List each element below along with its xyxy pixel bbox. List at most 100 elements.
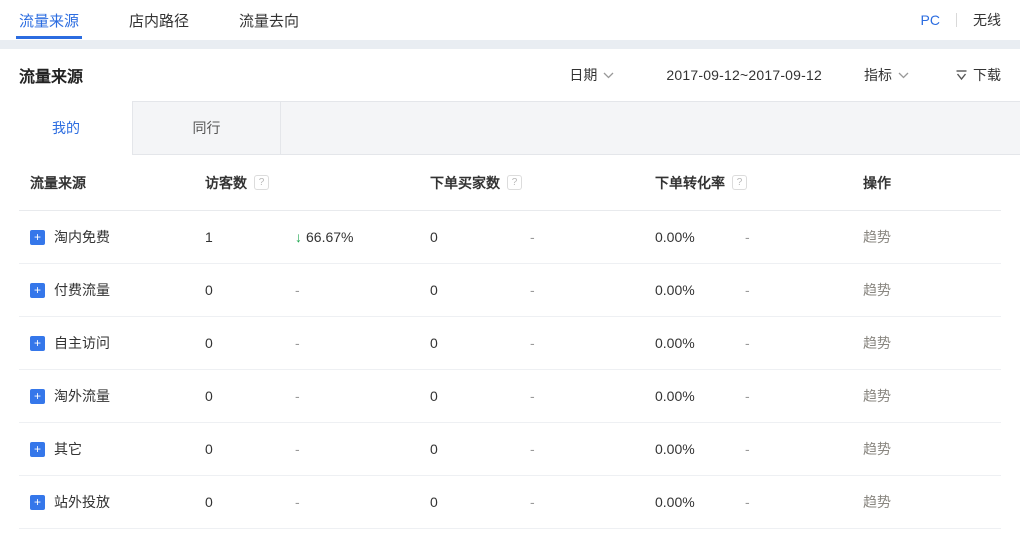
conversion-change: - bbox=[745, 335, 863, 351]
buyers-change: - bbox=[530, 229, 655, 245]
source-name-cell: + 淘外流量 bbox=[19, 386, 205, 406]
actions-cell: 趋势 bbox=[863, 492, 1001, 512]
visitors-value: 0 bbox=[205, 335, 295, 351]
buyers-value: 0 bbox=[430, 229, 530, 245]
metric-dropdown[interactable]: 指标 bbox=[864, 65, 909, 85]
tab-mine[interactable]: 我的 bbox=[0, 101, 133, 155]
table-row: + 付费流量 0 - 0 - 0.00% - 趋势 bbox=[19, 264, 1001, 317]
conversion-change: - bbox=[745, 282, 863, 298]
header-conversion-rate: 下单转化率 ? bbox=[655, 173, 863, 193]
conversion-value: 0.00% bbox=[655, 335, 745, 351]
page-title: 流量来源 bbox=[19, 63, 83, 87]
visitors-value: 0 bbox=[205, 388, 295, 404]
conversion-value: 0.00% bbox=[655, 441, 745, 457]
conversion-value: 0.00% bbox=[655, 229, 745, 245]
nav-tab-instore-path[interactable]: 店内路径 bbox=[129, 0, 189, 40]
header-actions: 操作 bbox=[863, 173, 1001, 193]
device-switcher: PC 无线 bbox=[921, 10, 1001, 30]
metric-dropdown-label: 指标 bbox=[864, 65, 892, 85]
source-name: 淘内免费 bbox=[54, 227, 110, 247]
view-tabs: 我的 同行 bbox=[0, 101, 1020, 155]
buyers-value: 0 bbox=[430, 282, 530, 298]
conversion-value: 0.00% bbox=[655, 282, 745, 298]
visitors-change: - bbox=[295, 388, 430, 404]
table-row: + 其它 0 - 0 - 0.00% - 趋势 bbox=[19, 423, 1001, 476]
visitors-change: ↓66.67% bbox=[295, 229, 430, 245]
buyers-value: 0 bbox=[430, 494, 530, 510]
visitors-value: 0 bbox=[205, 282, 295, 298]
help-icon[interactable]: ? bbox=[732, 175, 747, 190]
source-name: 自主访问 bbox=[54, 333, 110, 353]
expand-row-button[interactable]: + bbox=[30, 442, 45, 457]
actions-cell: 趋势 bbox=[863, 227, 1001, 247]
buyers-change: - bbox=[530, 441, 655, 457]
table-row: + 淘外流量 0 - 0 - 0.00% - 趋势 bbox=[19, 370, 1001, 423]
tab-peers[interactable]: 同行 bbox=[133, 101, 281, 155]
header-visitors: 访客数 ? bbox=[205, 173, 430, 193]
expand-row-button[interactable]: + bbox=[30, 389, 45, 404]
trend-link[interactable]: 趋势 bbox=[863, 335, 891, 351]
source-name-cell: + 淘内免费 bbox=[19, 227, 205, 247]
conversion-change: - bbox=[745, 494, 863, 510]
nav-tab-traffic-source[interactable]: 流量来源 bbox=[19, 0, 79, 40]
help-icon[interactable]: ? bbox=[507, 175, 522, 190]
table-row: + 淘内免费 1 ↓66.67% 0 - 0.00% - 趋势 bbox=[19, 211, 1001, 264]
date-range-value[interactable]: 2017-09-12~2017-09-12 bbox=[666, 67, 822, 83]
trend-link[interactable]: 趋势 bbox=[863, 388, 891, 404]
chevron-down-icon bbox=[898, 72, 909, 79]
buyers-change: - bbox=[530, 388, 655, 404]
trend-link[interactable]: 趋势 bbox=[863, 494, 891, 510]
date-dropdown[interactable]: 日期 bbox=[569, 65, 614, 85]
device-toggle-wireless[interactable]: 无线 bbox=[973, 10, 1001, 30]
down-arrow-icon: ↓ bbox=[295, 229, 302, 245]
conversion-change: - bbox=[745, 441, 863, 457]
chevron-down-icon bbox=[603, 72, 614, 79]
conversion-value: 0.00% bbox=[655, 494, 745, 510]
date-dropdown-label: 日期 bbox=[569, 65, 597, 85]
source-name-cell: + 自主访问 bbox=[19, 333, 205, 353]
trend-link[interactable]: 趋势 bbox=[863, 229, 891, 245]
tabs-filler bbox=[281, 101, 1020, 155]
actions-cell: 趋势 bbox=[863, 280, 1001, 300]
download-button[interactable]: 下载 bbox=[955, 65, 1001, 85]
trend-link[interactable]: 趋势 bbox=[863, 282, 891, 298]
header-order-buyers: 下单买家数 ? bbox=[430, 173, 655, 193]
visitors-value: 1 bbox=[205, 229, 295, 245]
source-name: 付费流量 bbox=[54, 280, 110, 300]
visitors-change: - bbox=[295, 335, 430, 351]
buyers-change: - bbox=[530, 494, 655, 510]
download-label: 下载 bbox=[973, 65, 1001, 85]
expand-row-button[interactable]: + bbox=[30, 495, 45, 510]
source-name: 站外投放 bbox=[54, 492, 110, 512]
source-name: 淘外流量 bbox=[54, 386, 110, 406]
visitors-value: 0 bbox=[205, 494, 295, 510]
source-name-cell: + 站外投放 bbox=[19, 492, 205, 512]
source-name: 其它 bbox=[54, 439, 82, 459]
traffic-source-table: 流量来源 访客数 ? 下单买家数 ? 下单转化率 ? 操作 + 淘内免费 1 ↓… bbox=[0, 155, 1020, 529]
help-icon[interactable]: ? bbox=[254, 175, 269, 190]
download-icon bbox=[955, 69, 968, 81]
visitors-value: 0 bbox=[205, 441, 295, 457]
actions-cell: 趋势 bbox=[863, 386, 1001, 406]
conversion-change: - bbox=[745, 229, 863, 245]
conversion-change: - bbox=[745, 388, 863, 404]
top-navigation: 流量来源 店内路径 流量去向 PC 无线 bbox=[0, 0, 1020, 40]
buyers-value: 0 bbox=[430, 441, 530, 457]
header-traffic-source: 流量来源 bbox=[19, 173, 205, 193]
nav-tab-traffic-destination[interactable]: 流量去向 bbox=[239, 0, 299, 40]
buyers-value: 0 bbox=[430, 388, 530, 404]
table-row: + 自主访问 0 - 0 - 0.00% - 趋势 bbox=[19, 317, 1001, 370]
table-body: + 淘内免费 1 ↓66.67% 0 - 0.00% - 趋势 + 付费流量 bbox=[19, 211, 1001, 529]
conversion-value: 0.00% bbox=[655, 388, 745, 404]
expand-row-button[interactable]: + bbox=[30, 336, 45, 351]
buyers-value: 0 bbox=[430, 335, 530, 351]
device-toggle-pc[interactable]: PC bbox=[921, 12, 940, 28]
actions-cell: 趋势 bbox=[863, 333, 1001, 353]
buyers-change: - bbox=[530, 282, 655, 298]
source-name-cell: + 其它 bbox=[19, 439, 205, 459]
expand-row-button[interactable]: + bbox=[30, 230, 45, 245]
buyers-change: - bbox=[530, 335, 655, 351]
expand-row-button[interactable]: + bbox=[30, 283, 45, 298]
trend-link[interactable]: 趋势 bbox=[863, 441, 891, 457]
divider bbox=[956, 13, 957, 27]
